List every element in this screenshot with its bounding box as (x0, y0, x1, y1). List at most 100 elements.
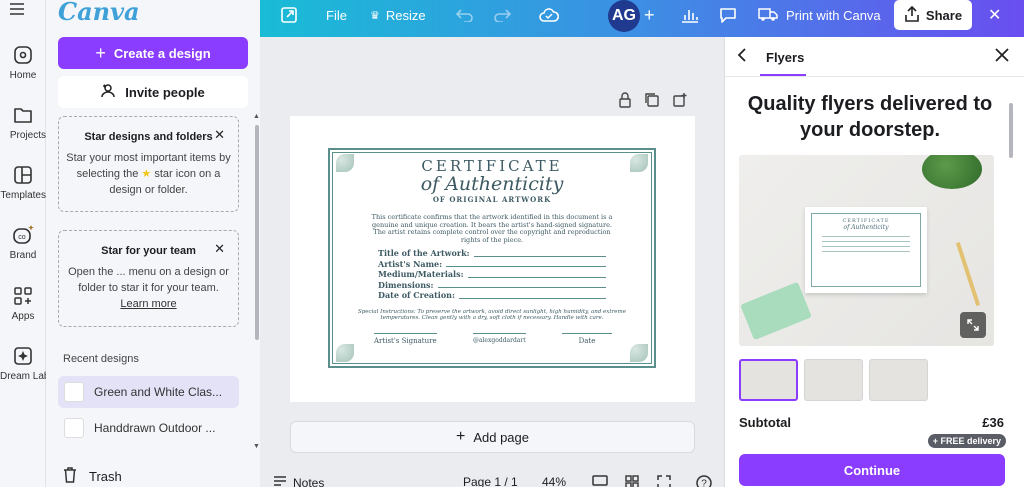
scroll-up-icon[interactable]: ▲ (253, 113, 260, 120)
share-icon (904, 5, 920, 25)
mint-envelope-decoration (740, 281, 812, 341)
invite-people-label: Invite people (125, 84, 205, 100)
invite-people-button[interactable]: Invite people (58, 76, 248, 108)
rail-label-projects: Projects (9, 130, 46, 141)
certificate-signatures: Artist's Signature @alexgoddardart Date (374, 332, 612, 345)
share-label: Share (925, 7, 963, 23)
print-panel-scrollbar[interactable] (1009, 103, 1013, 158)
print-with-canva-button[interactable]: Print with Canva (758, 0, 881, 30)
design-page[interactable]: CERTIFICATE of Authenticity OF ORIGINAL … (290, 116, 695, 402)
rail-item-templates[interactable]: Templates (0, 164, 46, 201)
design-thumbnail (64, 418, 84, 438)
recent-design-item[interactable]: Green and White Clas... (58, 376, 239, 408)
editor-toolbar: File ♛ Resize AG + Print with Canva Shar… (260, 0, 1024, 37)
undo-icon[interactable] (456, 0, 474, 30)
apps-icon (12, 285, 34, 307)
page-view-icon[interactable] (592, 475, 608, 487)
notes-icon (273, 475, 287, 487)
expand-image-button[interactable] (960, 312, 986, 338)
subtotal-label: Subtotal (739, 415, 791, 430)
add-page-label: Add page (473, 429, 529, 445)
create-design-button[interactable]: + Create a design (58, 37, 248, 69)
back-arrow-icon[interactable] (737, 48, 747, 67)
date-label: Date (561, 332, 612, 345)
add-collaborator-icon[interactable]: + (644, 0, 655, 30)
field-label: Title of the Artwork: (378, 248, 470, 258)
close-editor-icon[interactable]: ✕ (988, 0, 1001, 30)
preview-thumbnail[interactable] (869, 359, 928, 401)
trash-item[interactable]: Trash (63, 467, 122, 486)
product-preview-image: CERTIFICATE of Authenticity (739, 155, 994, 346)
help-icon[interactable]: ? (696, 475, 712, 487)
templates-icon (12, 164, 34, 186)
certificate-fields: Title of the Artwork: Artist's Name: Med… (378, 248, 654, 301)
redo-icon[interactable] (493, 0, 511, 30)
fullscreen-icon[interactable] (657, 475, 671, 487)
comment-icon[interactable] (719, 0, 737, 30)
add-page-icon[interactable] (672, 92, 688, 113)
certificate-field: Artist's Name: (378, 259, 654, 270)
share-button[interactable]: Share (894, 0, 972, 30)
certificate-body: This certificate confirms that the artwo… (371, 213, 613, 244)
certificate-subtitle: OF ORIGINAL ARTWORK (432, 195, 552, 204)
page-indicator[interactable]: Page 1 / 1 (463, 475, 518, 487)
print-headline: Quality flyers delivered to your doorste… (747, 93, 993, 141)
certificate-script: of Authenticity (420, 173, 564, 195)
leaf-ornament (336, 154, 354, 172)
field-label: Artist's Name: (378, 258, 443, 269)
trash-label: Trash (89, 469, 122, 484)
star-icon: ★ (141, 168, 152, 180)
add-page-button[interactable]: + Add page (290, 421, 695, 453)
flyer-mockup: CERTIFICATE of Authenticity (805, 207, 927, 293)
certificate-field: Date of Creation: (378, 290, 654, 301)
close-icon[interactable]: ✕ (214, 127, 225, 143)
cloud-saved-icon[interactable] (539, 0, 559, 30)
lock-icon[interactable] (618, 92, 632, 113)
file-menu[interactable]: File (326, 0, 347, 30)
recent-design-title: Green and White Clas... (94, 385, 223, 399)
resize-button[interactable]: ♛ Resize (370, 0, 426, 30)
rail-label-dream-lab: Dream Lab (0, 371, 46, 382)
duplicate-page-icon[interactable] (644, 92, 660, 113)
close-icon[interactable]: ✕ (214, 241, 225, 257)
notes-button[interactable]: Notes (273, 475, 324, 487)
rail-item-dream-lab[interactable]: Dream Lab (0, 345, 46, 382)
print-panel: Flyers Quality flyers delivered to your … (724, 37, 1024, 487)
menu-icon[interactable] (10, 2, 24, 20)
recent-design-item[interactable]: Handdrawn Outdoor ... (58, 412, 239, 444)
leaf-ornament (630, 344, 648, 362)
star-designs-card: ✕ Star designs and folders Star your mos… (58, 116, 239, 212)
expand-icon (967, 319, 979, 331)
zoom-level[interactable]: 44% (542, 475, 566, 487)
scroll-down-icon[interactable]: ▼ (253, 443, 260, 450)
certificate-field: Medium/Materials: (378, 269, 654, 280)
user-avatar[interactable]: AG (608, 0, 640, 32)
continue-button[interactable]: Continue (739, 454, 1005, 486)
close-icon[interactable] (995, 48, 1009, 67)
preview-thumbnails (739, 359, 928, 401)
side-panel-scrollbar[interactable] (255, 125, 259, 340)
expand-icon[interactable] (280, 0, 298, 30)
certificate-note: Special Instructions: To preserve the ar… (358, 308, 626, 321)
rail-item-brand[interactable]: co Brand (0, 224, 46, 261)
tab-flyers[interactable]: Flyers (766, 50, 804, 65)
star-team-title: Star for your team (101, 245, 196, 257)
rail-label-home: Home (9, 70, 37, 81)
learn-more-link[interactable]: Learn more (120, 298, 176, 310)
preview-thumbnail[interactable] (739, 359, 798, 401)
analytics-icon[interactable] (681, 0, 699, 30)
folder-icon (12, 104, 34, 126)
certificate[interactable]: CERTIFICATE of Authenticity OF ORIGINAL … (328, 148, 656, 368)
print-label: Print with Canva (786, 7, 881, 23)
leaf-ornament (630, 154, 648, 172)
rail-item-apps[interactable]: Apps (0, 285, 46, 322)
design-thumbnail (64, 382, 84, 402)
create-design-label: Create a design (113, 45, 211, 61)
leaf-ornament (336, 344, 354, 362)
preview-thumbnail[interactable] (804, 359, 863, 401)
rail-item-projects[interactable]: Projects (0, 104, 46, 141)
grid-view-icon[interactable] (625, 475, 639, 487)
canva-logo[interactable]: Canva (58, 0, 140, 26)
home-icon (12, 44, 34, 66)
rail-item-home[interactable]: Home (0, 44, 46, 81)
